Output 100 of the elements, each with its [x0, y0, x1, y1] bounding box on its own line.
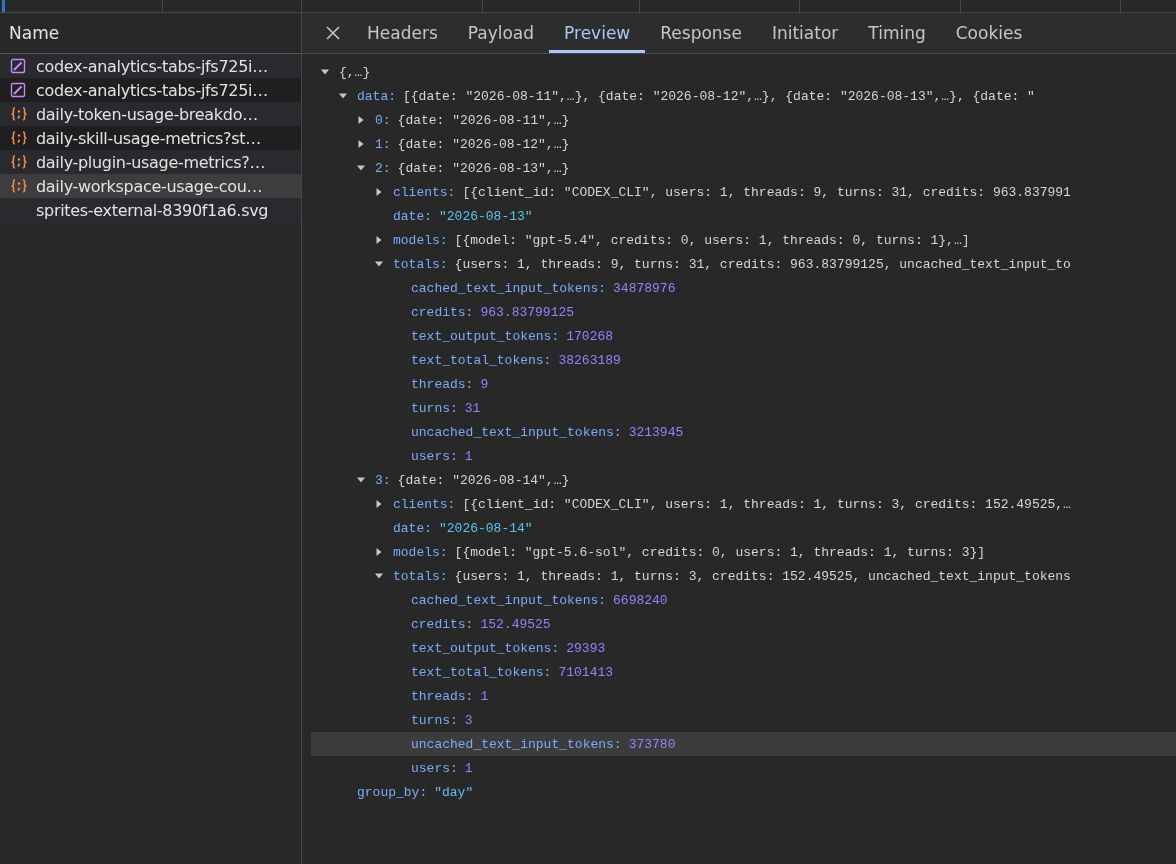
json-row[interactable]: users: 1 — [311, 756, 1176, 780]
json-row[interactable]: threads: 1 — [311, 684, 1176, 708]
json-row[interactable]: models: [{model: "gpt-5.4", credits: 0, users: 1, threads: 0, turns: 1},…] — [311, 228, 1176, 252]
triangle-down-icon[interactable] — [375, 572, 383, 580]
tab[interactable]: Response — [645, 13, 757, 53]
json-file-icon — [10, 130, 28, 146]
json-row[interactable]: turns: 3 — [311, 708, 1176, 732]
tab[interactable]: Initiator — [756, 13, 854, 53]
json-summary: [{model: "gpt-5.4", credits: 0, users: 1, threads: 0, turns: 1},…] — [454, 232, 970, 248]
json-row[interactable]: group_by: "day" — [311, 780, 1176, 804]
triangle-down-icon[interactable] — [339, 92, 347, 100]
json-summary: [{client_id: "CODEX_CLI", users: 1, threads: 9, turns: 31, credits: 963.837991 — [462, 184, 1071, 200]
json-value: 6698240 — [613, 592, 668, 608]
json-row[interactable]: credits: 152.49525 — [311, 612, 1176, 636]
json-key: credits: — [411, 304, 474, 320]
json-key: totals: — [393, 256, 448, 272]
json-summary: [{model: "gpt-5.6-sol", credits: 0, users: 1, threads: 1, turns: 3}] — [454, 544, 986, 560]
json-row[interactable]: 2: {date: "2026-08-13",…} — [311, 156, 1176, 180]
json-row[interactable]: threads: 9 — [311, 372, 1176, 396]
json-row[interactable]: uncached_text_input_tokens: 373780 — [311, 732, 1176, 756]
tab[interactable]: Timing — [853, 13, 941, 53]
json-row[interactable]: 1: {date: "2026-08-12",…} — [311, 132, 1176, 156]
json-summary: {,…} — [339, 64, 371, 80]
triangle-right-icon[interactable] — [375, 236, 383, 244]
request-row[interactable]: daily-token-usage-breakdo… — [0, 102, 301, 126]
json-row[interactable]: uncached_text_input_tokens: 3213945 — [311, 420, 1176, 444]
json-value: 152.49525 — [480, 616, 551, 632]
json-row[interactable]: {,…} — [311, 60, 1176, 84]
json-key: date: — [393, 520, 432, 536]
json-file-icon — [10, 178, 28, 194]
json-value: 963.83799125 — [480, 304, 575, 320]
json-value: 38263189 — [558, 352, 621, 368]
json-key: 2: — [375, 160, 391, 176]
tab[interactable]: Preview — [549, 13, 646, 53]
json-row[interactable]: credits: 963.83799125 — [311, 300, 1176, 324]
json-row[interactable]: clients: [{client_id: "CODEX_CLI", users: 1, threads: 1, turns: 3, credits: 152.49525,… — [311, 492, 1176, 516]
json-summary: {users: 1, threads: 9, turns: 31, credits: 963.83799125, uncached_text_input_to — [454, 256, 1071, 272]
json-key: 0: — [375, 112, 391, 128]
triangle-right-icon[interactable] — [375, 188, 383, 196]
tab[interactable]: Cookies — [940, 13, 1038, 53]
json-row[interactable]: models: [{model: "gpt-5.6-sol", credits: 0, users: 1, threads: 1, turns: 3}] — [311, 540, 1176, 564]
json-key: threads: — [411, 688, 474, 704]
triangle-right-icon[interactable] — [375, 500, 383, 508]
json-key: turns: — [411, 712, 458, 728]
triangle-down-icon[interactable] — [357, 476, 365, 484]
json-summary: [{client_id: "CODEX_CLI", users: 1, threads: 1, turns: 3, credits: 152.49525,… — [462, 496, 1071, 512]
json-value: 34878976 — [613, 280, 676, 296]
json-row[interactable]: text_total_tokens: 38263189 — [311, 348, 1176, 372]
request-row[interactable]: codex-analytics-tabs-jfs725i… — [0, 54, 301, 78]
json-row[interactable]: 0: {date: "2026-08-11",…} — [311, 108, 1176, 132]
json-row[interactable]: text_total_tokens: 7101413 — [311, 660, 1176, 684]
json-summary: {date: "2026-08-13",…} — [397, 160, 570, 176]
request-row[interactable]: codex-analytics-tabs-jfs725i… — [0, 78, 301, 102]
column-header[interactable]: Name — [9, 23, 60, 43]
triangle-down-icon[interactable] — [321, 68, 329, 76]
json-key: totals: — [393, 568, 448, 584]
json-row[interactable]: totals: {users: 1, threads: 9, turns: 31, credits: 963.83799125, uncached_text_input_to — [311, 252, 1176, 276]
json-summary: {date: "2026-08-14",…} — [397, 472, 570, 488]
request-row[interactable]: sprites-external-8390f1a6.svg — [0, 198, 301, 222]
json-key: data: — [357, 88, 396, 104]
json-key: group_by: — [357, 784, 428, 800]
tab[interactable]: Payload — [452, 13, 550, 53]
json-row[interactable]: cached_text_input_tokens: 6698240 — [311, 588, 1176, 612]
json-key: text_total_tokens: — [411, 352, 552, 368]
json-value: 3213945 — [628, 424, 684, 440]
json-row[interactable]: totals: {users: 1, threads: 1, turns: 3, credits: 152.49525, uncached_text_input_tokens — [311, 564, 1176, 588]
json-row[interactable]: turns: 31 — [311, 396, 1176, 420]
json-row[interactable]: date: "2026-08-14" — [311, 516, 1176, 540]
json-key: text_total_tokens: — [411, 664, 552, 680]
json-value: 29393 — [566, 640, 606, 656]
json-key: date: — [393, 208, 432, 224]
triangle-right-icon[interactable] — [357, 116, 365, 124]
json-row[interactable]: 3: {date: "2026-08-14",…} — [311, 468, 1176, 492]
json-row[interactable]: text_output_tokens: 29393 — [311, 636, 1176, 660]
json-key: users: — [411, 760, 458, 776]
json-value: 7101413 — [558, 664, 614, 680]
request-row[interactable]: daily-plugin-usage-metrics?… — [0, 150, 301, 174]
tab[interactable]: Headers — [352, 13, 453, 53]
json-key: uncached_text_input_tokens: — [411, 736, 622, 752]
json-value: 31 — [464, 400, 481, 416]
request-row[interactable]: daily-skill-usage-metrics?st… — [0, 126, 301, 150]
json-key: clients: — [393, 496, 456, 512]
triangle-right-icon[interactable] — [357, 140, 365, 148]
json-value: 1 — [464, 448, 473, 464]
image-file-icon — [10, 82, 26, 98]
json-file-icon — [10, 106, 28, 122]
triangle-right-icon[interactable] — [375, 548, 383, 556]
json-row[interactable]: data: [{date: "2026-08-11",…}, {date: "2026-08-12",…}, {date: "2026-08-13",…}, {date: " — [311, 84, 1176, 108]
triangle-down-icon[interactable] — [357, 164, 365, 172]
json-key: 1: — [375, 136, 391, 152]
request-row[interactable]: daily-workspace-usage-cou… — [0, 174, 301, 198]
triangle-down-icon[interactable] — [375, 260, 383, 268]
json-row[interactable]: cached_text_input_tokens: 34878976 — [311, 276, 1176, 300]
json-row[interactable]: text_output_tokens: 170268 — [311, 324, 1176, 348]
json-row[interactable]: users: 1 — [311, 444, 1176, 468]
json-row[interactable]: date: "2026-08-13" — [311, 204, 1176, 228]
json-key: text_output_tokens: — [411, 640, 560, 656]
json-key: credits: — [411, 616, 474, 632]
json-row[interactable]: clients: [{client_id: "CODEX_CLI", users: 1, threads: 9, turns: 31, credits: 963.837991 — [311, 180, 1176, 204]
json-value: "2026-08-13" — [439, 208, 533, 224]
